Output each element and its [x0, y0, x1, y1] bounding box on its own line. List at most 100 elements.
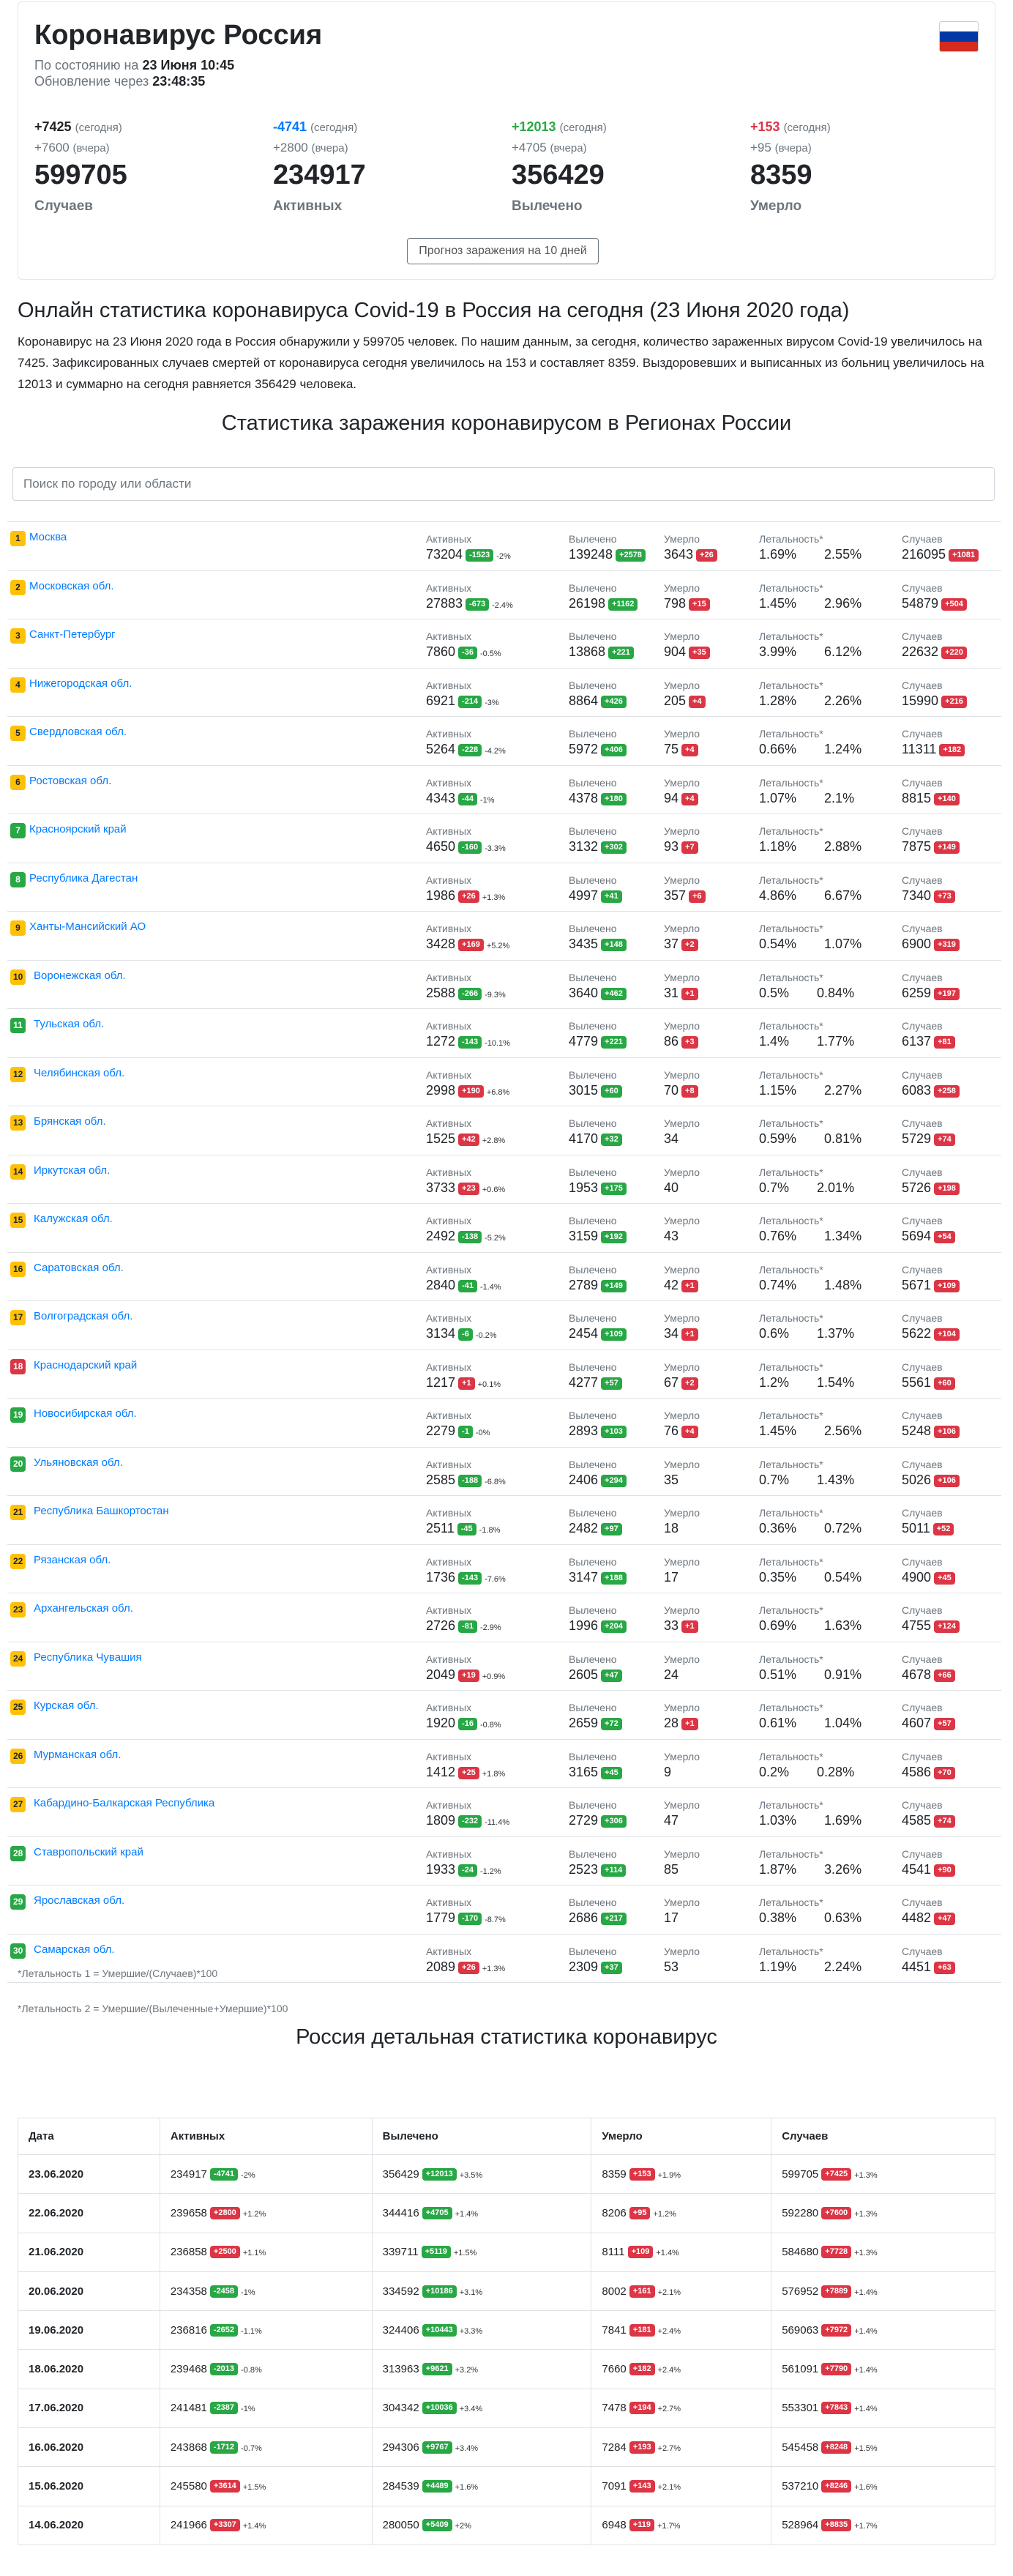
cell-value: 17	[664, 1568, 700, 1586]
delta-badge: +12013	[422, 2167, 457, 2181]
cell-label: Вылечено	[569, 1312, 617, 1324]
cell-value: 5694 +54	[902, 1227, 955, 1245]
region-link[interactable]: Ульяновская обл.	[34, 1456, 123, 1469]
region-link[interactable]: Рязанская обл.	[34, 1554, 111, 1566]
region-link[interactable]: Тульская обл.	[34, 1018, 104, 1030]
active-cell: 241966 +3307 +1.4%	[159, 2505, 373, 2545]
delta-badge: +109	[601, 1328, 627, 1341]
rank-badge: 10	[10, 969, 26, 985]
region-link[interactable]: Ярославская обл.	[34, 1894, 124, 1907]
region-link[interactable]: Республика Чувашия	[34, 1651, 142, 1664]
region-link[interactable]: Ставропольский край	[34, 1846, 143, 1858]
region-link[interactable]: Московская обл.	[29, 580, 114, 592]
lethality-2: 0.84%	[817, 985, 855, 1000]
search-input[interactable]	[12, 467, 995, 501]
region-link[interactable]: Архангельская обл.	[34, 1602, 133, 1615]
percent-change: -7.6%	[485, 1574, 506, 1584]
region-row: 7 Красноярский край Активных 4650 -160 -3.3% В…	[7, 814, 1001, 863]
value-number: 2789	[569, 1277, 599, 1292]
value-number: 2309	[569, 1959, 599, 1974]
as-of-label: По состоянию на	[34, 58, 139, 72]
region-link[interactable]: Саратовская обл.	[34, 1262, 124, 1274]
cell-label: Летальность*	[759, 1750, 823, 1762]
delta-badge: -44	[458, 792, 477, 805]
recovered-cell: Вылечено 4378 +180	[569, 776, 627, 807]
lethality-1: 1.4%	[759, 1034, 790, 1049]
delta-badge: +124	[934, 1620, 960, 1633]
delta-badge: +7	[681, 841, 698, 854]
percent-change: +0.9%	[482, 1672, 506, 1681]
cases-cell: Случаев 5726 +198	[902, 1166, 960, 1196]
cell-value: 2998 +190 +6.8%	[426, 1082, 509, 1101]
cell-value: 0.59% 0.81%	[759, 1130, 861, 1147]
cases-cell: 561091 +7790 +1.4%	[771, 2349, 995, 2389]
percent-change: +1.4%	[854, 2287, 878, 2297]
region-link[interactable]: Иркутская обл.	[34, 1164, 110, 1177]
region-link[interactable]: Новосибирская обл.	[34, 1407, 137, 1420]
region-link[interactable]: Самарская обл.	[34, 1943, 115, 1956]
stat-yesterday: +95 (вчера)	[750, 141, 970, 155]
region-link[interactable]: Челябинская обл.	[34, 1067, 124, 1079]
active-cell: 234358 -2458 -1%	[159, 2271, 373, 2312]
cases-cell: Случаев 4755 +124	[902, 1604, 960, 1634]
region-link[interactable]: Свердловская обл.	[29, 726, 127, 738]
region-link[interactable]: Воронежская обл.	[34, 969, 126, 982]
col-header: Вылечено	[371, 2118, 592, 2155]
region-link[interactable]: Курская обл.	[34, 1700, 99, 1712]
region-link[interactable]: Брянская обл.	[34, 1115, 106, 1128]
region-link[interactable]: Краснодарский край	[34, 1359, 137, 1371]
region-link[interactable]: Нижегородская обл.	[29, 677, 132, 690]
delta-badge: +72	[601, 1718, 622, 1730]
percent-change: +1.7%	[657, 2522, 681, 2531]
value-number: 8359	[602, 2167, 627, 2181]
cell-label: Вылечено	[569, 1847, 617, 1860]
cell-label: Случаев	[902, 581, 943, 594]
delta-badge: +140	[934, 792, 960, 805]
article-text: Коронавирус на 23 Июня 2020 года в Росси…	[18, 335, 984, 391]
region-link[interactable]: Красноярский край	[29, 823, 127, 835]
cell-label: Случаев	[902, 1896, 943, 1908]
delta-badge: +175	[601, 1182, 627, 1195]
region-link[interactable]: Мурманская обл.	[34, 1749, 121, 1761]
cell-value: 2089 +26 +1.3%	[426, 1958, 505, 1978]
recovered-cell: Вылечено 26198 +1162	[569, 581, 638, 612]
active-cell: Активных 3428 +169 +5.2%	[426, 922, 509, 955]
delta-badge: +109	[627, 2246, 654, 2259]
cell-label: Летальность*	[759, 971, 823, 983]
region-link[interactable]: Волгоградская обл.	[34, 1310, 132, 1322]
lethality-1: 3.99%	[759, 644, 797, 659]
cell-label: Активных	[426, 630, 472, 642]
delta-badge: +220	[941, 647, 967, 659]
region-link[interactable]: Республика Дагестан	[29, 872, 138, 885]
cases-cell: Случаев 15990 +216	[902, 679, 967, 710]
forecast-button[interactable]: Прогноз заражения на 10 дней	[407, 238, 599, 264]
regions-list: 1 Москва Активных 73204 -1523 -2% Вылечено 1392…	[7, 521, 1001, 1983]
delta-badge: -36	[458, 647, 477, 659]
date-cell: 18.06.2020	[18, 2349, 160, 2389]
value-number: 9	[664, 1764, 672, 1779]
value-number: 53	[664, 1959, 679, 1974]
value-number: 1809	[426, 1813, 456, 1828]
delta-badge: +1	[681, 1718, 698, 1730]
region-link[interactable]: Ростовская обл.	[29, 775, 111, 787]
active-cell: Активных 7860 -36 -0.5%	[426, 630, 501, 663]
region-link[interactable]: Кабардино-Балкарская Республика	[34, 1797, 214, 1809]
region-link[interactable]: Санкт-Петербург	[29, 628, 116, 641]
lethality-2: 1.48%	[824, 1277, 862, 1292]
lethality-2: 0.54%	[824, 1569, 862, 1585]
cell-value: 1525 +42 +2.8%	[426, 1130, 505, 1150]
value-number: 2523	[569, 1861, 599, 1877]
cell-value: 4277 +57	[569, 1374, 622, 1391]
update-line: Обновление через 23:48:35	[34, 74, 205, 89]
article-title: Онлайн статистика коронавируса Covid-19 …	[18, 299, 850, 322]
detail-table-body: 23.06.2020 234917 -4741 -2% 356429 +12013 +3.5…	[18, 2154, 995, 2545]
region-link[interactable]: Ханты-Мансийский АО	[29, 920, 146, 933]
value-number: 5729	[902, 1131, 932, 1146]
cell-label: Активных	[426, 1020, 472, 1032]
region-link[interactable]: Республика Башкортостан	[34, 1505, 169, 1517]
delta-badge: +194	[629, 2402, 655, 2415]
value-number: 1525	[426, 1131, 456, 1146]
region-link[interactable]: Москва	[29, 531, 67, 543]
region-link[interactable]: Калужская обл.	[34, 1213, 113, 1225]
cell-value: 3428 +169 +5.2%	[426, 935, 509, 955]
